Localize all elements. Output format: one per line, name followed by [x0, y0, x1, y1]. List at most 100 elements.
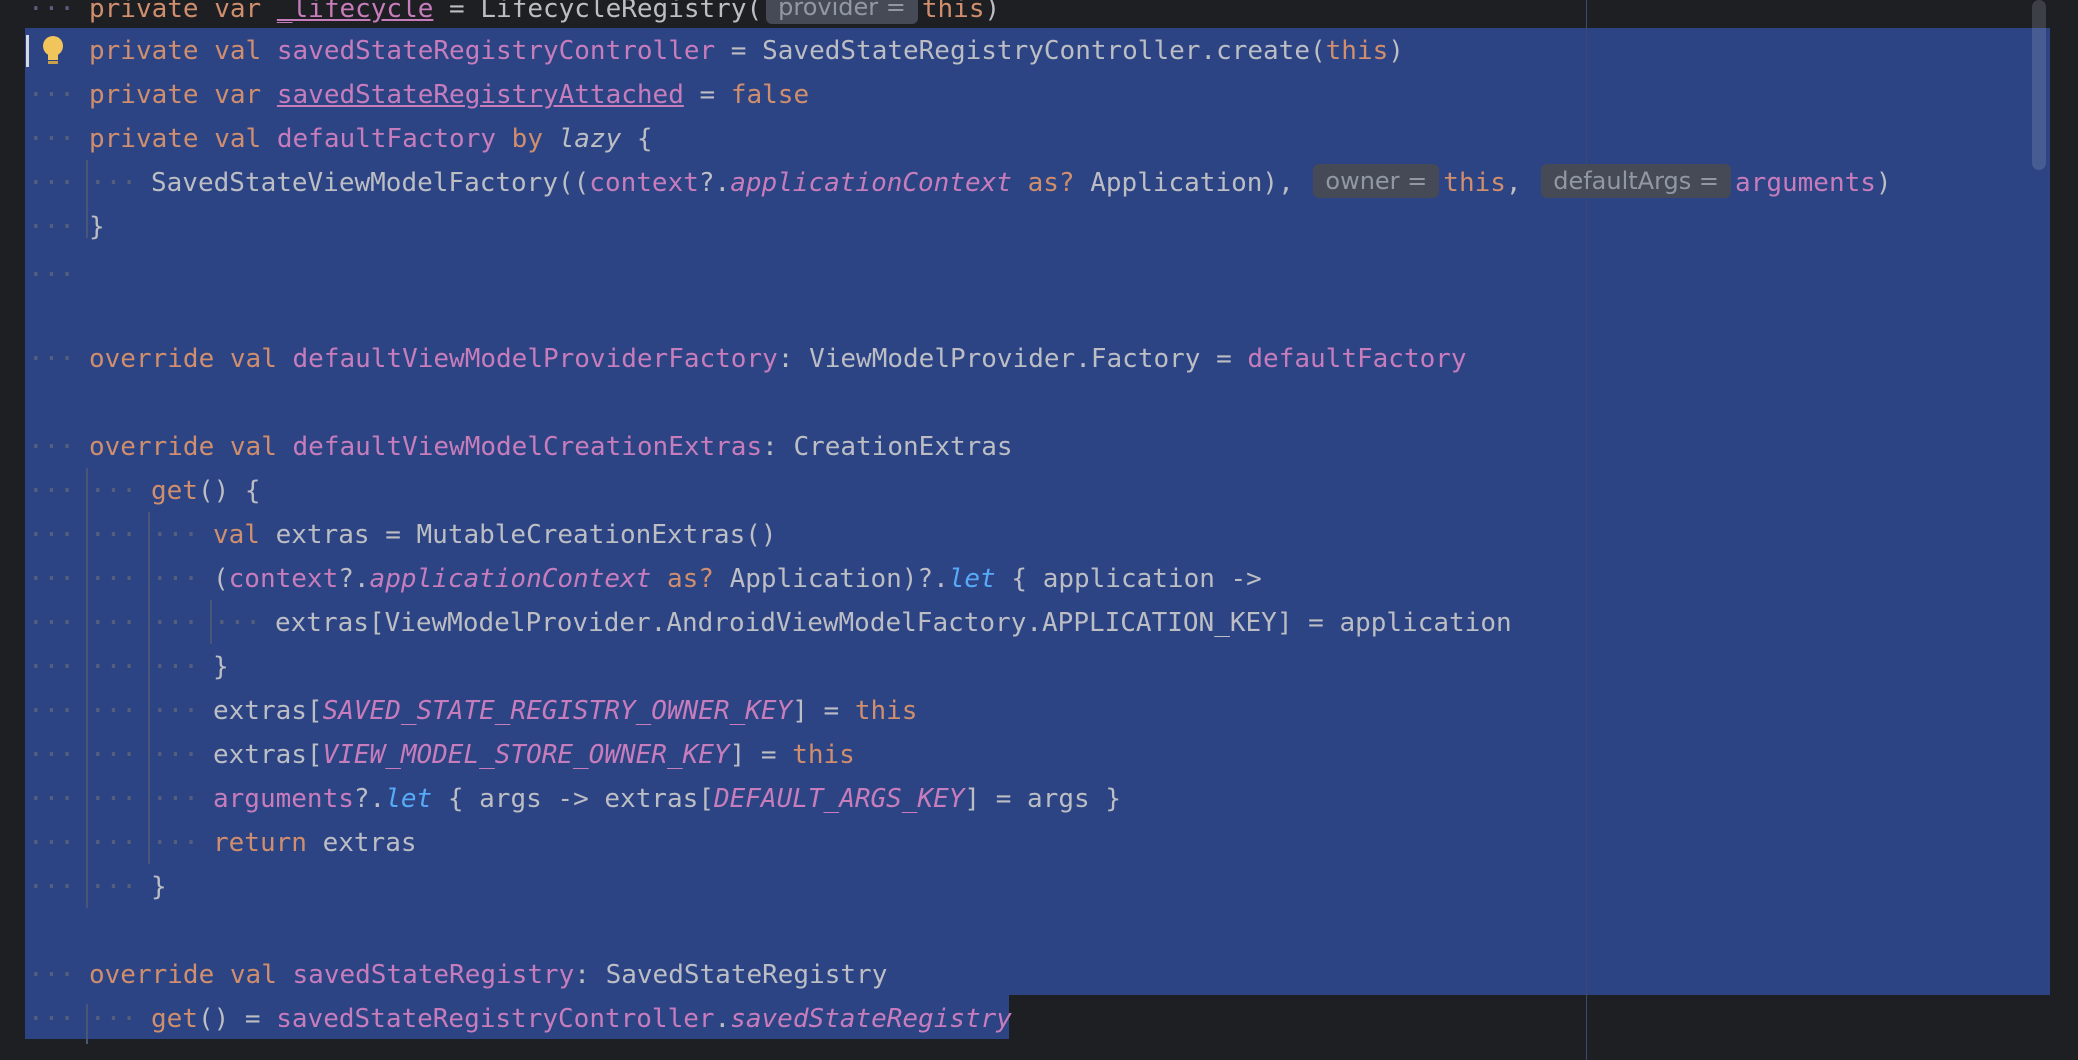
identifier: application: [1042, 564, 1215, 594]
indent-dots: ····: [28, 960, 72, 990]
indent-dots: ····: [28, 872, 72, 902]
code-line[interactable]: ···· ···· ···· }: [0, 645, 229, 689]
identifier: LifecycleRegistry(: [480, 0, 763, 24]
code-line[interactable]: ···· private val defaultFactory by lazy …: [0, 117, 653, 161]
keyword: var: [214, 0, 262, 24]
indent-guide: [148, 512, 150, 864]
keyword: private: [89, 124, 199, 154]
identifier: defaultFactory: [1247, 344, 1467, 374]
keyword: as?: [1027, 168, 1075, 198]
property-default-factory: defaultFactory: [276, 124, 497, 154]
identifier: applicationContext: [369, 564, 652, 594]
identifier: args: [1027, 784, 1090, 814]
code-line[interactable]: ···· ···· ···· return extras: [0, 821, 417, 865]
indent-dots: ····: [28, 652, 72, 682]
indent-dots: ····: [28, 564, 72, 594]
keyword: by: [511, 124, 543, 154]
indent-dots: ····: [90, 564, 134, 594]
indent-guide: [86, 160, 88, 238]
indent-dots: ····: [152, 784, 196, 814]
indent-dots: ····: [152, 520, 196, 550]
parameter-hint: provider =: [766, 0, 918, 24]
indent-dots: ····: [90, 1004, 134, 1034]
keyword: get: [151, 476, 198, 506]
indent-dots: ····: [90, 652, 134, 682]
keyword: as?: [666, 564, 714, 594]
identifier: SavedStateViewModelFactory((: [151, 168, 590, 198]
code-line[interactable]: ···· ···· ···· (context?.applicationCont…: [0, 557, 1262, 601]
keyword: val: [214, 36, 262, 66]
code-line[interactable]: ···· ···· ···· arguments?.let { args -> …: [0, 777, 1121, 821]
identifier: savedStateRegistry: [730, 1004, 1012, 1034]
keyword: override: [89, 960, 215, 990]
code-line[interactable]: ···· private var _lifecycle = LifecycleR…: [0, 0, 1000, 31]
indent-dots: ····: [28, 476, 72, 506]
identifier: context: [589, 168, 699, 198]
identifier: lazy: [558, 124, 622, 154]
identifier: Application: [729, 564, 902, 594]
code-line[interactable]: ···· ···· get() = savedStateRegistryCont…: [0, 997, 1012, 1041]
indent-dots: ····: [28, 432, 72, 462]
identifier: args: [479, 784, 542, 814]
property-saved-state-registry: savedStateRegistry: [292, 960, 575, 990]
keyword: private: [89, 80, 199, 110]
code-line[interactable]: ···· ···· }: [0, 865, 167, 909]
code-line[interactable]: ···· override val savedStateRegistry: Sa…: [0, 953, 887, 997]
code-editor[interactable]: ···· private var _lifecycle = LifecycleR…: [0, 0, 2078, 1060]
keyword: this: [1443, 168, 1506, 198]
code-line[interactable]: private val savedStateRegistryController…: [0, 29, 1404, 73]
keyword: this: [1325, 36, 1389, 66]
keyword: this: [921, 0, 985, 24]
identifier: context: [228, 564, 339, 594]
scrollbar-thumb[interactable]: [2032, 0, 2046, 170]
parameter-hint: owner =: [1313, 164, 1440, 198]
indent-dots: ····: [214, 608, 258, 638]
identifier: extras: [275, 520, 370, 550]
keyword: override: [89, 344, 215, 374]
indent-dots: ····: [152, 608, 196, 638]
keyword: val: [229, 432, 277, 462]
code-line[interactable]: ···· override val defaultViewModelProvid…: [0, 337, 1467, 381]
identifier: extras: [213, 740, 307, 770]
indent-dots: ····: [152, 696, 196, 726]
indent-dots: ····: [28, 520, 72, 550]
keyword: get: [151, 1004, 198, 1034]
indent-dots: ····: [90, 168, 134, 198]
keyword: this: [854, 696, 918, 726]
indent-dots: ····: [152, 828, 196, 858]
keyword: val: [229, 344, 277, 374]
vertical-scrollbar[interactable]: [2028, 0, 2050, 1060]
constant: SAVED_STATE_REGISTRY_OWNER_KEY: [322, 696, 793, 726]
folded-region[interactable]: ···: [0, 253, 72, 297]
indent-dots: ····: [152, 652, 196, 682]
parameter-hint: defaultArgs =: [1541, 164, 1732, 198]
code-line[interactable]: ···· ···· ···· extras[VIEW_MODEL_STORE_O…: [0, 733, 855, 777]
indent-dots: ····: [90, 608, 134, 638]
code-line[interactable]: ···· ···· ···· val extras = MutableCreat…: [0, 513, 777, 557]
code-line[interactable]: ···· private var savedStateRegistryAttac…: [0, 73, 809, 117]
indent-dots: ····: [28, 168, 72, 198]
property-default-view-model-provider-factory: defaultViewModelProviderFactory: [292, 344, 778, 374]
indent-dots: ····: [90, 476, 134, 506]
indent-dots: ····: [90, 784, 134, 814]
keyword: false: [730, 80, 810, 110]
constant: DEFAULT_ARGS_KEY: [713, 784, 965, 814]
keyword: val: [213, 520, 260, 550]
indent-dots: ····: [28, 608, 72, 638]
code-line[interactable]: ···· ···· SavedStateViewModelFactory((co…: [0, 161, 1892, 205]
code-line[interactable]: ···· }: [0, 205, 105, 249]
identifier: extras: [604, 784, 699, 814]
indent-dots: ····: [28, 212, 72, 242]
identifier: savedStateRegistryController: [276, 1004, 715, 1034]
code-line[interactable]: ···· ···· ···· ···· extras[ViewModelProv…: [0, 601, 1512, 645]
identifier: extras: [322, 828, 417, 858]
code-line[interactable]: ···· override val defaultViewModelCreati…: [0, 425, 1013, 469]
identifier: let: [948, 564, 996, 594]
code-line[interactable]: ···· ···· get() {: [0, 469, 261, 513]
indent-dots: ····: [28, 124, 72, 154]
identifier: let: [385, 784, 433, 814]
code-line[interactable]: ···· ···· ···· extras[SAVED_STATE_REGIST…: [0, 689, 917, 733]
indent-dots: ····: [28, 828, 72, 858]
indent-dots: ····: [28, 80, 72, 110]
indent-dots: ····: [28, 784, 72, 814]
